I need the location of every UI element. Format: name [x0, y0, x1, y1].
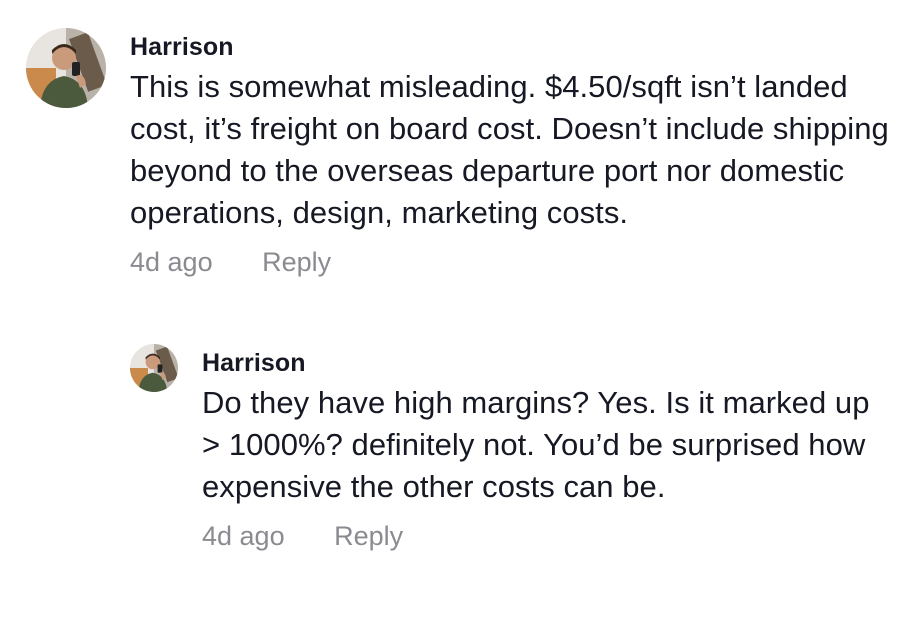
- avatar-photo-icon: [26, 28, 106, 108]
- username[interactable]: Harrison: [130, 32, 890, 62]
- timestamp: 4d ago: [130, 247, 213, 277]
- avatar[interactable]: [26, 28, 106, 108]
- timestamp: 4d ago: [202, 521, 285, 551]
- comment-meta: 4d ago Reply: [130, 246, 890, 278]
- reply-button[interactable]: Reply: [262, 246, 331, 278]
- comment-text: Do they have high margins? Yes. Is it ma…: [202, 385, 870, 504]
- avatar-photo-icon: [130, 344, 178, 392]
- username[interactable]: Harrison: [202, 348, 892, 378]
- comment-text: This is somewhat misleading. $4.50/sqft …: [130, 69, 889, 230]
- comment-meta: 4d ago Reply: [202, 520, 892, 552]
- avatar[interactable]: [130, 344, 178, 392]
- reply-button[interactable]: Reply: [334, 520, 403, 552]
